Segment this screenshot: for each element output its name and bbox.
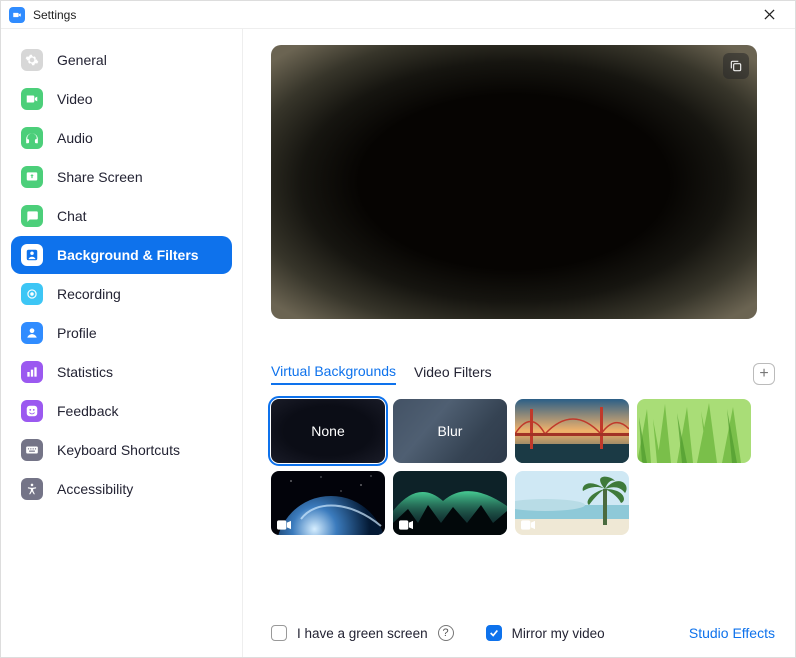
video-preview <box>271 45 757 319</box>
tabs-row: Virtual Backgrounds Video Filters + <box>271 363 775 385</box>
background-thumb-blur[interactable]: Blur <box>393 399 507 463</box>
sidebar-item-label: General <box>57 52 107 68</box>
sidebar-item-label: Share Screen <box>57 169 143 185</box>
background-thumb-none[interactable]: None <box>271 399 385 463</box>
sidebar-item-feedback[interactable]: Feedback <box>11 392 232 430</box>
sidebar-item-share-screen[interactable]: Share Screen <box>11 158 232 196</box>
thumb-label: None <box>311 423 344 439</box>
accessibility-icon <box>21 478 43 500</box>
title-bar: Settings <box>1 1 795 29</box>
sidebar-item-statistics[interactable]: Statistics <box>11 353 232 391</box>
keyboard-icon <box>21 439 43 461</box>
sidebar-item-label: Accessibility <box>57 481 133 497</box>
gear-icon <box>21 49 43 71</box>
tab-video-filters[interactable]: Video Filters <box>414 364 492 384</box>
share-icon <box>21 166 43 188</box>
mirror-label[interactable]: Mirror my video <box>512 626 605 641</box>
background-thumb-earth[interactable] <box>271 471 385 535</box>
background-thumb-aurora[interactable] <box>393 471 507 535</box>
stats-icon <box>21 361 43 383</box>
smile-icon <box>21 400 43 422</box>
sidebar-item-label: Audio <box>57 130 93 146</box>
greenscreen-checkbox[interactable] <box>271 625 287 641</box>
video-icon <box>521 520 535 530</box>
studio-effects-link[interactable]: Studio Effects <box>689 625 775 641</box>
sidebar-item-profile[interactable]: Profile <box>11 314 232 352</box>
greenscreen-label[interactable]: I have a green screen <box>297 626 428 641</box>
record-icon <box>21 283 43 305</box>
sidebar-item-label: Recording <box>57 286 121 302</box>
sidebar-item-chat[interactable]: Chat <box>11 197 232 235</box>
thumb-label: Blur <box>438 423 463 439</box>
main-panel: Virtual Backgrounds Video Filters + None… <box>243 29 795 657</box>
sidebar-item-keyboard-shortcuts[interactable]: Keyboard Shortcuts <box>11 431 232 469</box>
sidebar-item-general[interactable]: General <box>11 41 232 79</box>
video-icon <box>277 520 291 530</box>
background-thumb-beach[interactable] <box>515 471 629 535</box>
sidebar-item-label: Chat <box>57 208 87 224</box>
footer: I have a green screen ? Mirror my video … <box>271 625 775 641</box>
sidebar-item-background-filters[interactable]: Background & Filters <box>11 236 232 274</box>
help-icon[interactable]: ? <box>438 625 454 641</box>
sidebar-item-label: Statistics <box>57 364 113 380</box>
sidebar-item-audio[interactable]: Audio <box>11 119 232 157</box>
background-thumb-golden-gate[interactable] <box>515 399 629 463</box>
video-icon <box>21 88 43 110</box>
add-background-button[interactable]: + <box>753 363 775 385</box>
tab-virtual-backgrounds[interactable]: Virtual Backgrounds <box>271 363 396 385</box>
background-thumb-grass[interactable] <box>637 399 751 463</box>
window-title: Settings <box>33 8 76 22</box>
close-button[interactable] <box>751 1 787 29</box>
sidebar-item-label: Feedback <box>57 403 118 419</box>
sidebar-item-label: Keyboard Shortcuts <box>57 442 180 458</box>
chat-icon <box>21 205 43 227</box>
portrait-icon <box>21 244 43 266</box>
sidebar-item-recording[interactable]: Recording <box>11 275 232 313</box>
sidebar-item-accessibility[interactable]: Accessibility <box>11 470 232 508</box>
rotate-camera-button[interactable] <box>723 53 749 79</box>
sidebar: General Video Audio Share Screen Chat <box>1 29 243 657</box>
sidebar-item-label: Video <box>57 91 93 107</box>
sidebar-item-label: Background & Filters <box>57 247 199 263</box>
app-icon <box>9 7 25 23</box>
person-icon <box>21 322 43 344</box>
sidebar-item-label: Profile <box>57 325 97 341</box>
video-icon <box>399 520 413 530</box>
mirror-checkbox[interactable] <box>486 625 502 641</box>
headphones-icon <box>21 127 43 149</box>
sidebar-item-video[interactable]: Video <box>11 80 232 118</box>
background-grid: None Blur <box>271 399 775 535</box>
